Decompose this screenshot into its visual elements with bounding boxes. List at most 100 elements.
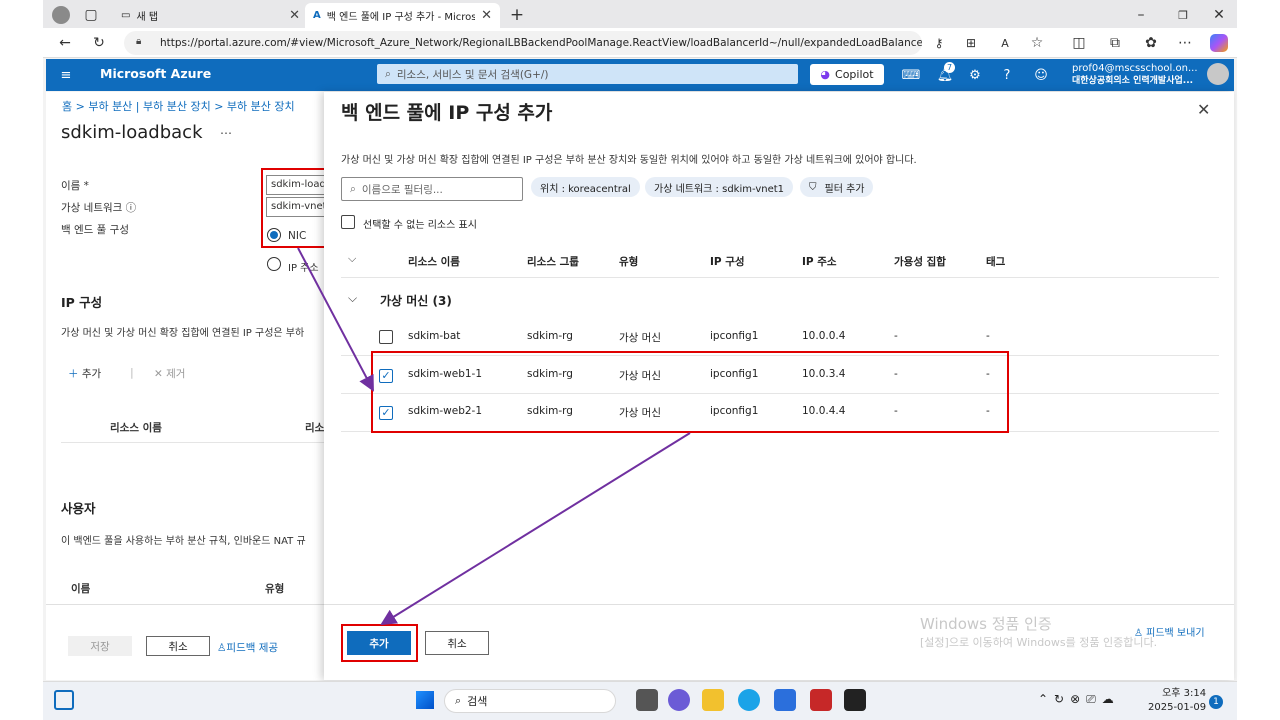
cell-ip: 10.0.0.4 — [802, 330, 846, 342]
users-heading: 사용자 — [61, 501, 96, 516]
clock-time: 오후 3:14 — [1162, 688, 1207, 699]
vnet-label: 가상 네트워크 ⓘ — [61, 202, 137, 214]
copilot-button[interactable]: ◕ Copilot — [810, 64, 884, 85]
window-close-icon[interactable]: ✕ — [1208, 4, 1230, 26]
back-icon[interactable]: ← — [54, 32, 76, 54]
remove-label: 제거 — [166, 368, 186, 380]
extensions-icon[interactable]: ✿ — [1140, 32, 1162, 54]
profile-icon[interactable] — [52, 6, 70, 24]
chevron-down-icon[interactable]: ⌵ — [348, 252, 356, 266]
close-icon[interactable]: ✕ — [481, 8, 492, 23]
ip-config-heading: IP 구성 — [61, 295, 103, 310]
more-icon[interactable]: ⋯ — [1174, 32, 1196, 54]
more-options-icon[interactable]: ⋯ — [220, 126, 232, 140]
ip-radio[interactable] — [267, 257, 281, 271]
notification-badge: 7 — [944, 62, 955, 73]
settings-icon[interactable]: ⚙ — [964, 64, 986, 86]
widgets-icon[interactable] — [54, 690, 74, 710]
header-tags[interactable]: 태그 — [986, 254, 1005, 269]
desktop-margin-left — [0, 0, 43, 720]
avatar[interactable] — [1207, 63, 1229, 85]
collections-icon[interactable]: ⧉ — [1104, 32, 1126, 54]
feedback-link[interactable]: ♙피드백 제공 — [217, 640, 278, 655]
remove-ip-button[interactable]: ✕ 제거 — [154, 366, 185, 381]
add-ip-button[interactable]: ＋ 추가 — [68, 366, 101, 381]
start-icon[interactable] — [416, 691, 434, 709]
save-button[interactable]: 저장 — [68, 636, 132, 656]
cancel-button[interactable]: 취소 — [425, 631, 489, 655]
copilot-label: Copilot — [835, 68, 874, 81]
add-filter-button[interactable]: ⛉ 필터 추가 — [800, 177, 874, 197]
tab-new[interactable]: ▭ 새 탭 ✕ — [113, 3, 308, 28]
key-icon[interactable]: ⚷ — [928, 32, 950, 54]
apps-icon[interactable]: ⊞ — [960, 32, 982, 54]
annotation-box-add — [341, 624, 418, 662]
header-resource-name[interactable]: 리소스 이름 — [408, 254, 460, 269]
filter-input[interactable]: ⌕ 이름으로 필터링... — [341, 177, 523, 201]
close-icon[interactable]: ✕ — [289, 8, 300, 23]
page-title: sdkim-loadback — [61, 122, 203, 143]
tab-label: 백 엔드 풀에 IP 구성 추가 - Microsof — [326, 12, 476, 23]
activation-watermark-text: [설정]으로 이동하여 Windows를 정품 인증합니다. — [920, 636, 1158, 649]
plus-icon: ＋ — [68, 368, 82, 380]
x-icon: ✕ — [154, 368, 167, 380]
global-search-input[interactable]: ⌕ 리소스, 서비스 및 문서 검색(G+/) — [377, 64, 798, 84]
tab-actions-icon[interactable]: ▢ — [80, 4, 102, 26]
azure-brand[interactable]: Microsoft Azure — [100, 66, 211, 81]
feedback-label: 피드백 제공 — [226, 642, 279, 654]
cloud-shell-icon[interactable]: ⌨ — [900, 64, 922, 86]
terminal-icon[interactable] — [844, 689, 866, 711]
app-icon[interactable] — [810, 689, 832, 711]
search-icon: ⌕ — [455, 694, 462, 707]
add-label: 추가 — [81, 368, 102, 380]
chevron-down-icon[interactable]: ⌵ — [348, 291, 357, 306]
notification-badge[interactable]: 1 — [1209, 695, 1223, 709]
table-divider — [61, 442, 324, 443]
clock-date: 2025-01-09 — [1148, 702, 1207, 713]
breadcrumb[interactable]: 홈 > 부하 분산 | 부하 분산 장치 > 부하 분산 장치 — [62, 98, 295, 114]
split-icon[interactable]: ◫ — [1068, 32, 1090, 54]
copilot-browser-icon[interactable] — [1210, 34, 1228, 52]
col-type: 유형 — [265, 583, 285, 595]
edge-icon[interactable] — [738, 689, 760, 711]
help-icon[interactable]: ? — [996, 64, 1018, 86]
header-ip-config[interactable]: IP 구성 — [710, 254, 745, 269]
header-type[interactable]: 유형 — [619, 254, 638, 269]
new-tab-icon[interactable]: + — [506, 4, 528, 26]
minimize-icon[interactable]: – — [1130, 4, 1152, 26]
teams-icon[interactable] — [668, 689, 690, 711]
location-filter-pill[interactable]: 위치 : koreacentral — [531, 177, 640, 197]
restore-icon[interactable]: ❐ — [1172, 4, 1194, 26]
clock[interactable]: 오후 3:14 2025-01-09 — [1148, 687, 1206, 715]
panel-description: 가상 머신 및 가상 머신 확장 집합에 연결된 IP 구성은 부하 분산 장치… — [341, 155, 917, 166]
cell-ipconfig: ipconfig1 — [710, 330, 759, 342]
feedback-icon[interactable]: ☺ — [1030, 64, 1052, 86]
menu-icon[interactable]: ≡ — [55, 64, 77, 86]
annotation-box-rows — [371, 351, 1009, 433]
header-availability-set[interactable]: 가용성 집합 — [894, 254, 946, 269]
task-view-icon[interactable] — [636, 689, 658, 711]
search-placeholder: 리소스, 서비스 및 문서 검색(G+/) — [396, 68, 549, 81]
panel-title: 백 엔드 풀에 IP 구성 추가 — [341, 102, 553, 124]
url-field[interactable]: https://portal.azure.com/#view/Microsoft… — [124, 31, 922, 55]
user-account[interactable]: prof04@mscsschool.on... 대한상공회의소 인력개발사업..… — [1072, 63, 1198, 87]
store-icon[interactable] — [774, 689, 796, 711]
cell-type: 가상 머신 — [619, 332, 661, 344]
ip-config-desc: 가상 머신 및 가상 머신 확장 집합에 연결된 IP 구성은 부하 — [61, 328, 305, 339]
read-aloud-icon[interactable]: A — [994, 32, 1016, 54]
favorite-icon[interactable]: ☆ — [1026, 32, 1048, 54]
tab-active[interactable]: A 백 엔드 풀에 IP 구성 추가 - Microsof ✕ — [305, 3, 500, 28]
refresh-icon[interactable]: ↻ — [88, 32, 110, 54]
header-resource-group[interactable]: 리소스 그룹 — [527, 254, 579, 269]
show-unselectable-checkbox[interactable] — [341, 215, 355, 229]
file-explorer-icon[interactable] — [702, 689, 724, 711]
row-checkbox[interactable] — [379, 330, 393, 344]
cell-name: sdkim-bat — [408, 330, 461, 342]
search-icon: ⌕ — [385, 67, 391, 80]
header-ip-address[interactable]: IP 주소 — [802, 254, 837, 269]
vnet-filter-pill[interactable]: 가상 네트워크 : sdkim-vnet1 — [645, 177, 794, 197]
cancel-button[interactable]: 취소 — [146, 636, 210, 656]
close-icon[interactable]: ✕ — [1197, 100, 1210, 119]
taskbar-search[interactable]: ⌕ 검색 — [444, 689, 616, 713]
system-tray-icons[interactable]: ⌃↻⊗⎚☁ — [1038, 692, 1120, 707]
